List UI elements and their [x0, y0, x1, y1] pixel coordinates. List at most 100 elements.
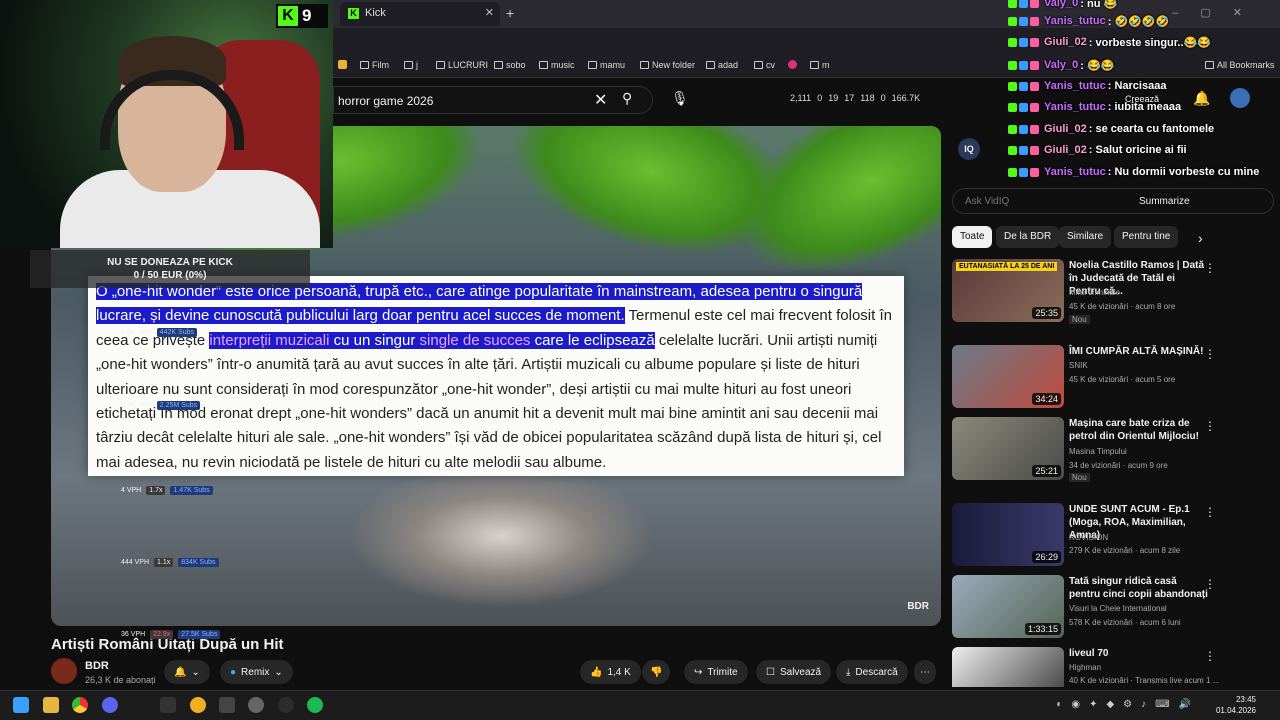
more-vert-icon[interactable]: ⋮ — [1204, 261, 1216, 275]
bookmark-item[interactable]: mamu — [588, 60, 625, 70]
folder-icon — [539, 61, 548, 69]
channel-name[interactable]: BDR — [85, 660, 109, 672]
bookmark-item[interactable]: music — [539, 60, 575, 70]
bookmark-item[interactable]: New folder — [640, 60, 695, 70]
chat-badge-icon — [1019, 0, 1028, 8]
more-icon: ⋯ — [920, 666, 930, 678]
more-vert-icon[interactable]: ⋮ — [1204, 649, 1216, 663]
recommended-video[interactable]: 1:33:15 Tată singur ridică casă pentru c… — [952, 575, 1222, 641]
new-tab-button[interactable]: + — [506, 5, 514, 21]
discord-icon[interactable] — [102, 697, 118, 713]
browser-tab[interactable]: K Kick ✕ — [340, 2, 500, 26]
bookmark-item[interactable]: sobo — [494, 60, 526, 70]
more-vert-icon[interactable]: ⋮ — [1204, 347, 1216, 361]
spotify-icon[interactable] — [307, 697, 323, 713]
chat-message: Yanis_tutuc: Narcisaaa — [1008, 77, 1166, 95]
vidiq-stats: 444 VPH 1.1x 834K Subs — [121, 558, 219, 567]
app-icon[interactable] — [160, 697, 176, 713]
app-icon[interactable] — [219, 697, 235, 713]
chat-message: Yanis_tutuc: Nu dormii vorbeste cu mine — [1008, 163, 1259, 181]
download-button[interactable]: ⤓ Descarcă — [836, 660, 908, 684]
folder-icon — [588, 61, 597, 69]
summarize-button[interactable]: Summarize — [1139, 196, 1190, 207]
chat-username: Giuli_02 — [1044, 123, 1087, 135]
chat-message: Giuli_02: se cearta cu fantomele — [1008, 120, 1214, 138]
app-icon[interactable] — [278, 697, 294, 713]
highlighted-link: interpreții muzicali — [209, 331, 330, 349]
wiki-text-panel: O „one-hit wonder” este orice persoană, … — [88, 276, 904, 476]
video-thumbnail[interactable]: 25:21 — [952, 417, 1064, 480]
file-explorer-icon[interactable] — [43, 697, 59, 713]
remix-button[interactable]: ● Remix ⌄ — [220, 660, 293, 684]
more-vert-icon[interactable]: ⋮ — [1204, 419, 1216, 433]
recommended-video[interactable]: 26:29 UNDE SUNT ACUM - Ep.1 (Moga, ROA, … — [952, 503, 1222, 569]
folder-icon — [754, 61, 763, 69]
bookmark-favicon[interactable] — [788, 60, 797, 69]
save-button[interactable]: ☐ Salvează — [756, 660, 832, 684]
chat-badge-icon — [1008, 37, 1017, 47]
chat-username: Valy_0 — [1044, 0, 1079, 9]
more-actions-button[interactable]: ⋯ — [914, 660, 936, 684]
chat-message: Yanis_tutuc: iubita meaaa — [1008, 98, 1181, 116]
bookmark-item[interactable]: Film — [360, 60, 389, 70]
video-thumbnail[interactable]: EUTANASIATĂ LA 25 DE ANI 25:35 — [952, 259, 1064, 322]
chat-badge-icon — [1008, 0, 1017, 8]
chevron-right-icon[interactable]: › — [1198, 230, 1203, 246]
chat-badge-icon — [1030, 102, 1039, 112]
more-vert-icon[interactable]: ⋮ — [1204, 505, 1216, 519]
app-icon[interactable] — [190, 697, 206, 713]
like-button[interactable]: 👍 1,4 K — [580, 660, 641, 684]
bookmark-item[interactable]: adad — [706, 60, 738, 70]
bookmark-item[interactable]: cv — [754, 60, 775, 70]
ask-vidiq-input[interactable]: Ask VidIQ — [965, 196, 1009, 207]
bookmark-apps[interactable] — [338, 60, 347, 69]
windows-taskbar: ◐◉✦◆⚙♪⌨🔊 23:45 01.04.2026 — [0, 690, 1280, 720]
chat-message: Giuli_02: Salut oricine ai fii — [1008, 141, 1187, 159]
recommended-video[interactable]: liveul 70 Highman 40 K de vizionări · Tr… — [952, 647, 1222, 687]
recommended-video[interactable]: 34:24 ÎMI CUMPĂR ALTĂ MAȘINĂ! SNIK 45 K … — [952, 345, 1222, 411]
chip-from-bdr[interactable]: De la BDR — [996, 226, 1060, 248]
video-thumbnail[interactable]: 1:33:15 — [952, 575, 1064, 638]
more-vert-icon[interactable]: ⋮ — [1204, 577, 1216, 591]
system-tray[interactable]: ◐◉✦◆⚙♪⌨🔊 — [1056, 699, 1200, 710]
chip-all[interactable]: Toate — [952, 226, 993, 248]
chat-badge-icon — [1019, 37, 1028, 47]
chat-text: : 🤣🤣🤣🤣 — [1107, 15, 1170, 28]
highlighted-link: single de succes — [419, 331, 531, 349]
viewer-count: 9 — [302, 6, 312, 25]
bookmark-item[interactable]: j — [404, 60, 418, 70]
app-icon[interactable] — [248, 697, 264, 713]
chrome-icon[interactable] — [72, 697, 88, 713]
video-thumbnail[interactable]: 34:24 — [952, 345, 1064, 408]
channel-avatar[interactable] — [51, 658, 77, 684]
clear-search-icon[interactable]: ✕ — [594, 90, 607, 110]
chat-text: : Nu dormii vorbeste cu mine — [1107, 166, 1260, 178]
bookmark-item[interactable]: m — [810, 60, 830, 70]
chat-badge-icon — [1019, 167, 1028, 177]
windows-start-icon[interactable] — [13, 697, 29, 713]
share-button[interactable]: ↪ Trimite — [684, 660, 748, 684]
chip-similar[interactable]: Similare — [1059, 226, 1112, 248]
video-thumbnail[interactable] — [952, 647, 1064, 687]
dislike-button[interactable]: 👎 — [642, 660, 671, 684]
kick-chat-overlay: Valy_0: nu 😂 Yanis_tutuc: 🤣🤣🤣🤣 Giuli_02: v… — [1008, 0, 1280, 180]
blurred-figure — [351, 466, 651, 606]
chat-text: : 😂😂 — [1080, 59, 1115, 72]
folder-icon — [360, 61, 369, 69]
download-icon: ⤓ — [846, 666, 851, 678]
folder-icon — [640, 61, 649, 69]
bookmark-item[interactable]: LUCRURI — [436, 60, 488, 70]
video-thumbnail[interactable]: 26:29 — [952, 503, 1064, 566]
close-tab-icon[interactable]: ✕ — [485, 6, 494, 19]
search-icon[interactable]: ⚲ — [622, 90, 632, 107]
chevron-down-icon: ⌄ — [274, 666, 283, 678]
mic-icon[interactable]: 🎙 — [671, 90, 689, 107]
clock[interactable]: 23:45 01.04.2026 — [1216, 694, 1256, 716]
tab-title: Kick — [365, 7, 386, 19]
recommended-video[interactable]: 25:21 Mașina care bate criza de petrol d… — [952, 417, 1222, 483]
chip-for-you[interactable]: Pentru tine — [1114, 226, 1179, 248]
streamer-webcam: K9 — [0, 0, 333, 248]
vidiq-extension[interactable]: IQ — [958, 138, 998, 164]
recommended-video[interactable]: EUTANASIATĂ LA 25 DE ANI 25:35 Noelia Cas… — [952, 259, 1222, 325]
notification-bell-button[interactable]: 🔔 ⌄ — [164, 660, 210, 684]
